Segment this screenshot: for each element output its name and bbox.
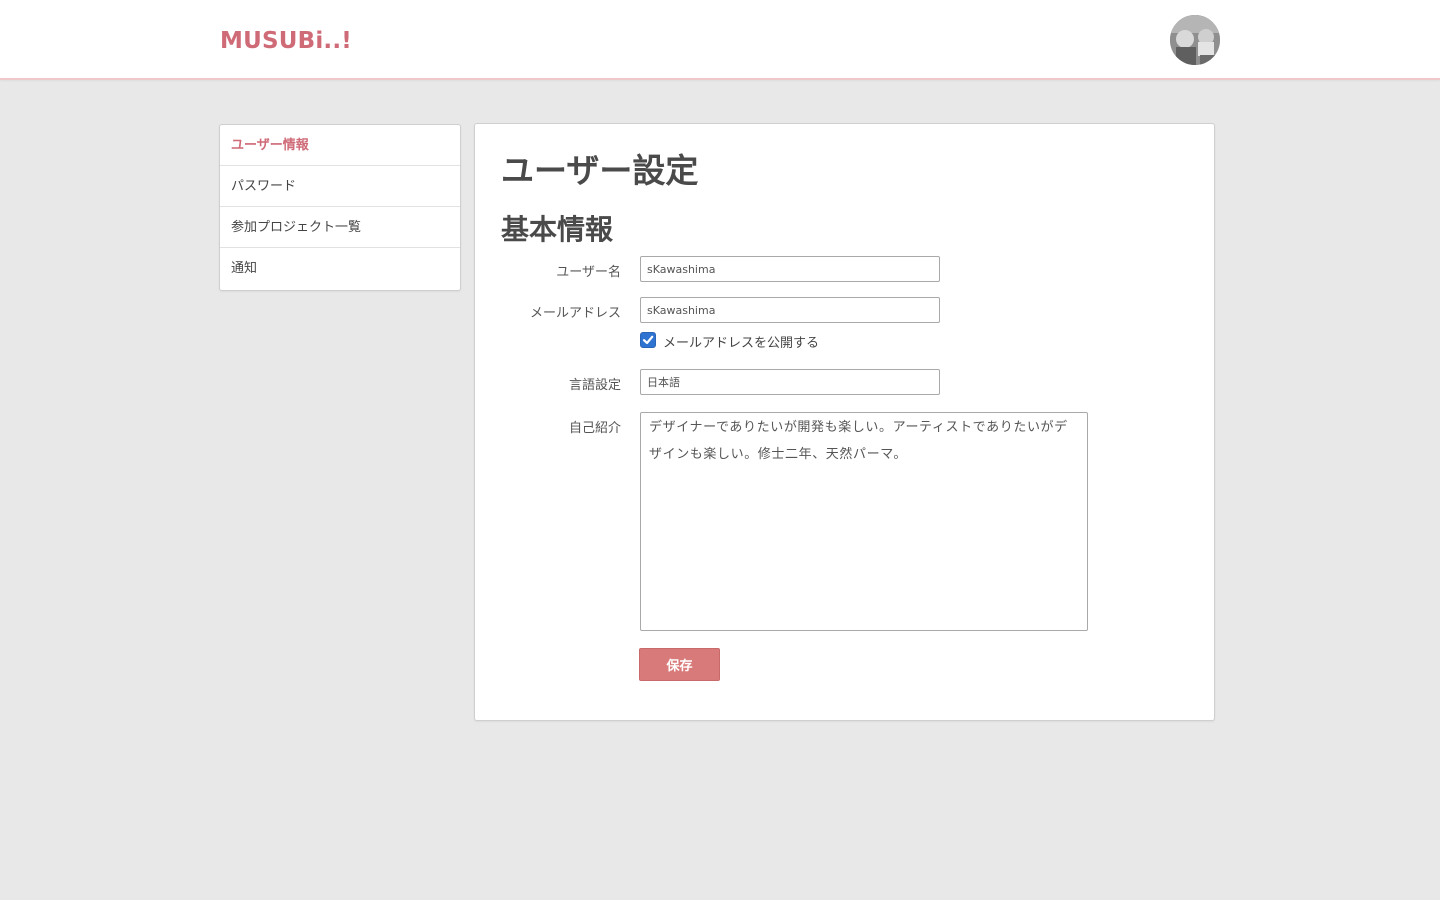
bio-textarea[interactable]: デザイナーでありたいが開発も楽しい。アーティストでありたいがデザインも楽しい。修… [640,412,1088,631]
email-public-label[interactable]: メールアドレスを公開する [663,332,819,351]
settings-panel: ユーザー設定 基本情報 ユーザー名 メールアドレス メールアドレスを公開する 言… [474,123,1215,721]
language-label: 言語設定 [568,378,621,393]
user-avatar[interactable] [1170,15,1220,65]
sidebar-item-user-info[interactable]: ユーザー情報 [220,125,460,166]
email-input[interactable] [640,297,940,323]
check-icon [642,335,654,345]
sidebar-item-notifications[interactable]: 通知 [220,248,460,290]
section-title: 基本情報 [501,213,614,246]
avatar-icon [1170,15,1220,65]
page-title: ユーザー設定 [501,151,699,190]
save-button[interactable]: 保存 [639,648,720,681]
language-input[interactable] [640,369,940,395]
sidebar-item-password[interactable]: パスワード [220,166,460,207]
settings-sidebar: ユーザー情報 パスワード 参加プロジェクト一覧 通知 [219,124,461,291]
logo[interactable]: MUSUBi..! [220,28,352,54]
top-bar: MUSUBi..! [0,0,1440,80]
sidebar-item-projects[interactable]: 参加プロジェクト一覧 [220,207,460,248]
username-label: ユーザー名 [556,265,621,280]
email-public-checkbox[interactable] [640,332,656,348]
username-input[interactable] [640,256,940,282]
bio-label: 自己紹介 [568,421,621,436]
email-label: メールアドレス [529,306,621,321]
